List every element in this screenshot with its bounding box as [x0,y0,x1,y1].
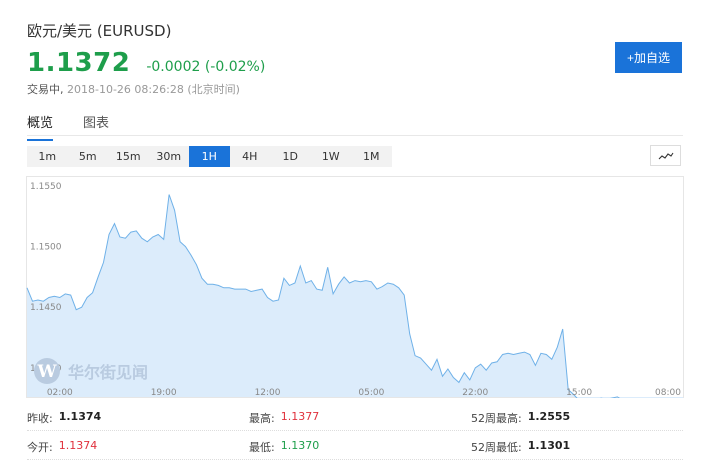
instrument-title: 欧元/美元 (EURUSD) [27,22,172,40]
add-watchlist-button[interactable]: +加自选 [615,42,682,73]
price-change: -0.0002 (-0.02%) [146,59,266,75]
line-chart-icon [658,152,673,159]
y-tick-label: 1.1550 [30,182,62,192]
period-1h[interactable]: 1H [189,146,230,167]
period-1m[interactable]: 1m [27,146,68,167]
stats-row-2: 今开: 1.1374 最低: 1.1370 52周最低: 1.1301 [27,434,683,460]
current-price: 1.1372 [27,48,131,78]
chart-type-button[interactable] [650,145,681,166]
stat-high: 最高: 1.1377 [249,409,320,425]
tab-overview[interactable]: 概览 [27,112,54,141]
period-1w[interactable]: 1W [311,146,352,167]
x-tick-label: 15:00 [566,388,592,398]
price-row: 1.1372 -0.0002 (-0.02%) [27,48,265,78]
x-tick-label: 05:00 [358,388,384,398]
period-4h[interactable]: 4H [230,146,271,167]
period-selector: 1m 5m 15m 30m 1H 4H 1D 1W 1M [27,146,392,167]
period-15m[interactable]: 15m [108,146,149,167]
stat-open: 今开: 1.1374 [27,438,98,454]
period-30m[interactable]: 30m [149,146,190,167]
svg-text:W: W [36,362,57,382]
tab-divider [27,135,683,136]
period-5m[interactable]: 5m [68,146,109,167]
stat-52w-high: 52周最高: 1.2555 [471,409,571,425]
y-tick-label: 1.1450 [30,303,62,313]
stat-52w-low: 52周最低: 1.1301 [471,438,571,454]
watermark-text: 华尔街见闻 [68,363,148,382]
x-tick-label: 08:00 [655,388,681,398]
stats-row-1: 昨收: 1.1374 最高: 1.1377 52周最高: 1.2555 [27,405,683,431]
period-1mo[interactable]: 1M [351,146,392,167]
stats-table: 昨收: 1.1374 最高: 1.1377 52周最高: 1.2555 今开: … [27,405,683,460]
status-label: 交易中, [27,83,64,96]
stat-prev-close: 昨收: 1.1374 [27,409,102,425]
x-tick-label: 12:00 [255,388,281,398]
x-tick-label: 02:00 [47,388,73,398]
status-timestamp: 2018-10-26 08:26:28 (北京时间) [67,83,240,96]
y-tick-label: 1.1500 [30,243,62,253]
x-tick-label: 19:00 [151,388,177,398]
tab-chart[interactable]: 图表 [83,112,109,141]
view-tabs: 概览 图表 [27,112,139,141]
chart-svg: 1.15501.15001.14501.1400 02:0019:0012:00… [26,176,684,413]
price-chart[interactable]: 1.15501.15001.14501.1400 02:0019:0012:00… [26,176,684,413]
period-1d[interactable]: 1D [270,146,311,167]
trading-status: 交易中, 2018-10-26 08:26:28 (北京时间) [27,81,240,97]
stat-low: 最低: 1.1370 [249,438,320,454]
x-tick-label: 22:00 [462,388,488,398]
